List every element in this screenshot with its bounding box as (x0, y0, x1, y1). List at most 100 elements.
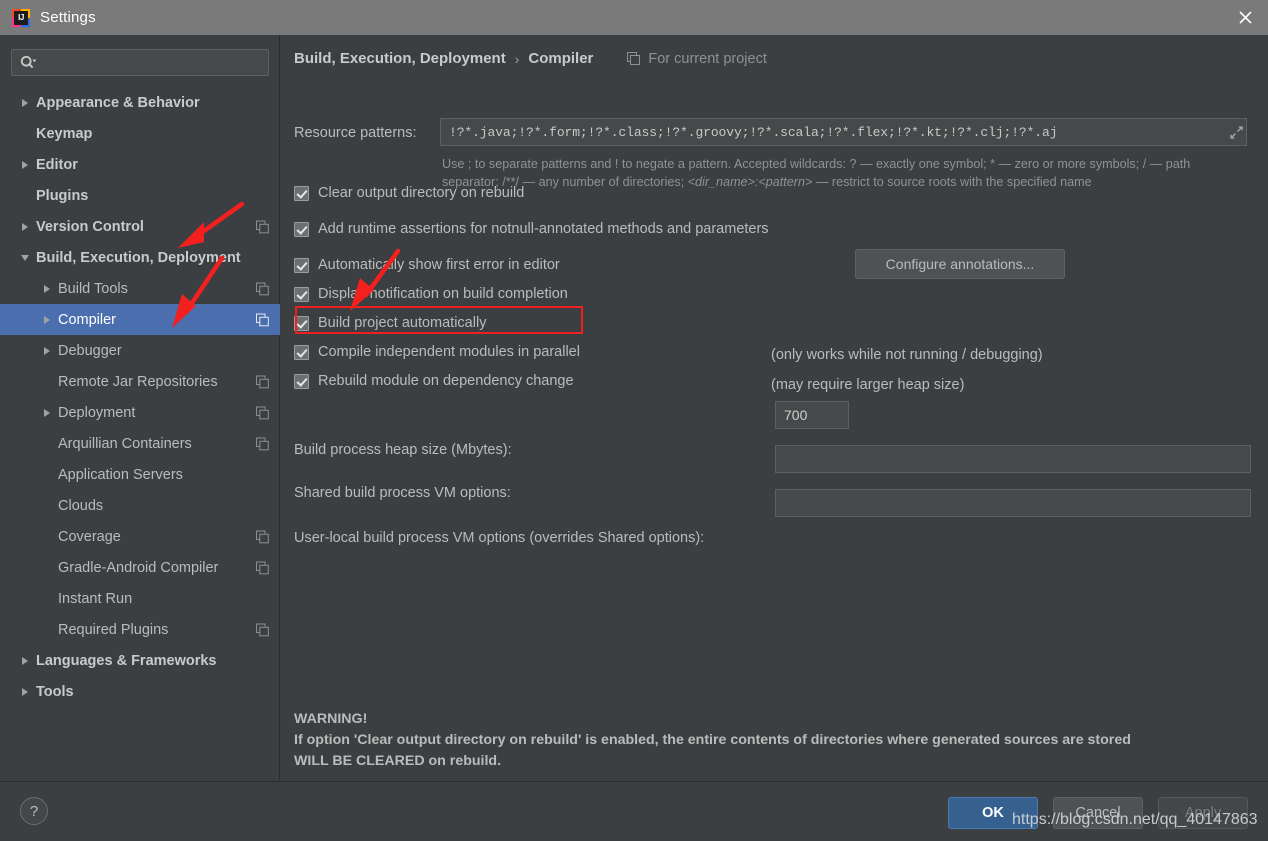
sidebar-item-clouds[interactable]: Clouds (0, 490, 280, 521)
heap-size-label: Build process heap size (Mbytes): (294, 442, 512, 458)
search-box[interactable] (11, 49, 269, 76)
sidebar-item-appearance-behavior[interactable]: Appearance & Behavior (0, 87, 280, 118)
resource-patterns-hint: Use ; to separate patterns and ! to nega… (442, 155, 1242, 191)
chevron-right-icon[interactable] (36, 409, 58, 417)
build-auto-note: (only works while not running / debuggin… (771, 347, 1043, 363)
checkbox-build-project-automatically[interactable]: Build project automatically (294, 315, 486, 331)
sidebar-item-tools[interactable]: Tools (0, 676, 280, 707)
checkbox-checked-icon[interactable] (294, 186, 309, 201)
checkbox-checked-icon[interactable] (294, 222, 309, 237)
logo-text: IJ (14, 11, 28, 25)
sidebar-item-label: Build Tools (58, 281, 128, 297)
sidebar-item-label: Deployment (58, 405, 135, 421)
sidebar-item-label: Plugins (36, 188, 88, 204)
checkbox-checked-icon[interactable] (294, 258, 309, 273)
checkbox-checked-icon[interactable] (294, 374, 309, 389)
checkbox-add-runtime-assertions-for-notnull-annotated-methods-and-parameters[interactable]: Add runtime assertions for notnull-annot… (294, 221, 769, 237)
resource-patterns-input[interactable] (441, 124, 1226, 141)
sidebar-item-gradle-android-compiler[interactable]: Gradle-Android Compiler (0, 552, 280, 583)
heap-size-input[interactable] (775, 401, 849, 429)
settings-sidebar: Appearance & Behavior Keymap Editor Plugins… (0, 35, 280, 780)
copy-settings-icon[interactable] (256, 437, 269, 450)
sidebar-item-label: Required Plugins (58, 622, 168, 638)
settings-dialog: IJ Settings Appearance & Behavior Keymap E… (0, 0, 1268, 841)
sidebar-item-languages-frameworks[interactable]: Languages & Frameworks (0, 645, 280, 676)
sidebar-item-instant-run[interactable]: Instant Run (0, 583, 280, 614)
checkbox-label: Rebuild module on dependency change (318, 373, 574, 389)
help-button[interactable]: ? (20, 797, 48, 825)
sidebar-item-label: Remote Jar Repositories (58, 374, 218, 390)
sidebar-item-label: Compiler (58, 312, 116, 328)
sidebar-item-compiler[interactable]: Compiler (0, 304, 280, 335)
copy-settings-icon[interactable] (256, 282, 269, 295)
checkbox-label: Clear output directory on rebuild (318, 185, 524, 201)
checkbox-compile-independent-modules-in-parallel[interactable]: Compile independent modules in parallel (294, 344, 580, 360)
chevron-right-icon[interactable] (36, 347, 58, 355)
sidebar-item-label: Gradle-Android Compiler (58, 560, 218, 576)
sidebar-item-label: Editor (36, 157, 78, 173)
project-scope-text: For current project (648, 51, 766, 67)
user-vm-options-input[interactable] (775, 489, 1251, 517)
checkbox-label: Display notification on build completion (318, 286, 568, 302)
search-icon (20, 55, 37, 70)
breadcrumb-separator: › (515, 51, 520, 67)
sidebar-item-build-tools[interactable]: Build Tools (0, 273, 280, 304)
sidebar-item-plugins[interactable]: Plugins (0, 180, 280, 211)
chevron-right-icon[interactable] (36, 285, 58, 293)
resource-patterns-field[interactable] (440, 118, 1247, 146)
copy-settings-icon[interactable] (256, 406, 269, 419)
checkbox-checked-icon[interactable] (294, 316, 309, 331)
warning-line-2: WILL BE CLEARED on rebuild. (294, 751, 1239, 772)
chevron-right-icon[interactable] (14, 161, 36, 169)
checkbox-rebuild-module-on-dependency-change[interactable]: Rebuild module on dependency change (294, 373, 574, 389)
sidebar-item-deployment[interactable]: Deployment (0, 397, 280, 428)
sidebar-item-label: Version Control (36, 219, 144, 235)
breadcrumb-leaf: Compiler (528, 50, 593, 67)
checkbox-clear-output-directory-on-rebuild[interactable]: Clear output directory on rebuild (294, 185, 524, 201)
configure-annotations-button[interactable]: Configure annotations... (855, 249, 1065, 279)
shared-vm-options-input[interactable] (775, 445, 1251, 473)
checkbox-label: Build project automatically (318, 315, 486, 331)
chevron-right-icon[interactable] (14, 99, 36, 107)
sidebar-item-label: Keymap (36, 126, 92, 142)
sidebar-item-coverage[interactable]: Coverage (0, 521, 280, 552)
breadcrumb-root[interactable]: Build, Execution, Deployment (294, 50, 506, 67)
checkbox-checked-icon[interactable] (294, 345, 309, 360)
sidebar-item-version-control[interactable]: Version Control (0, 211, 280, 242)
chevron-right-icon[interactable] (14, 223, 36, 231)
hint-line-3: the specified name (986, 175, 1092, 189)
sidebar-item-editor[interactable]: Editor (0, 149, 280, 180)
warning-block: WARNING! If option 'Clear output directo… (294, 709, 1239, 772)
checkbox-display-notification-on-build-completion[interactable]: Display notification on build completion (294, 286, 568, 302)
copy-settings-icon[interactable] (256, 375, 269, 388)
sidebar-item-keymap[interactable]: Keymap (0, 118, 280, 149)
sidebar-item-remote-jar-repositories[interactable]: Remote Jar Repositories (0, 366, 280, 397)
copy-settings-icon[interactable] (256, 220, 269, 233)
hint-line-2b: — restrict to source roots with (812, 175, 982, 189)
sidebar-item-application-servers[interactable]: Application Servers (0, 459, 280, 490)
checkbox-checked-icon[interactable] (294, 287, 309, 302)
chevron-down-icon[interactable] (14, 255, 36, 261)
chevron-right-icon[interactable] (14, 657, 36, 665)
sidebar-item-debugger[interactable]: Debugger (0, 335, 280, 366)
chevron-right-icon[interactable] (36, 316, 58, 324)
user-vm-options-label: User-local build process VM options (ove… (294, 530, 704, 546)
chevron-right-icon[interactable] (14, 688, 36, 696)
search-input[interactable] (37, 54, 268, 71)
copy-settings-icon[interactable] (256, 561, 269, 574)
sidebar-item-label: Appearance & Behavior (36, 95, 200, 111)
title-bar: IJ Settings (0, 0, 1268, 35)
checkbox-automatically-show-first-error-in-editor[interactable]: Automatically show first error in editor (294, 257, 560, 273)
close-icon[interactable] (1222, 0, 1268, 35)
parallel-modules-note: (may require larger heap size) (771, 377, 964, 393)
copy-settings-icon[interactable] (256, 530, 269, 543)
sidebar-item-arquillian-containers[interactable]: Arquillian Containers (0, 428, 280, 459)
sidebar-item-build-execution-deployment[interactable]: Build, Execution, Deployment (0, 242, 280, 273)
expand-icon[interactable] (1226, 126, 1246, 139)
intellij-logo-icon: IJ (12, 9, 30, 27)
shared-vm-options-label: Shared build process VM options: (294, 485, 511, 501)
copy-settings-icon[interactable] (256, 313, 269, 326)
sidebar-item-required-plugins[interactable]: Required Plugins (0, 614, 280, 645)
copy-settings-icon[interactable] (256, 623, 269, 636)
sidebar-item-label: Build, Execution, Deployment (36, 250, 241, 266)
